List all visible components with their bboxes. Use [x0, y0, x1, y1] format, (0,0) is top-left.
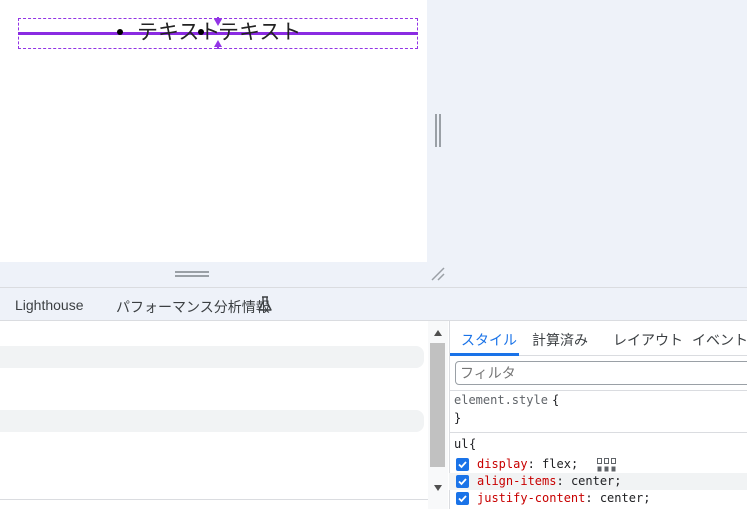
devtools-tab-bar: Lighthouse パフォーマンス分析情報	[0, 287, 747, 321]
list-item-text: テキスト	[137, 20, 221, 44]
property-checkbox[interactable]	[456, 475, 469, 488]
elements-tree	[0, 321, 428, 509]
tab-event-listeners[interactable]: イベント リ	[692, 330, 747, 350]
css-property-value[interactable]: center	[600, 491, 643, 505]
css-property-name[interactable]: display	[477, 457, 528, 471]
flexbox-editor-icon[interactable]	[597, 457, 616, 472]
arrow-down-icon	[214, 19, 222, 26]
close-brace: }	[454, 411, 462, 425]
list-bullet	[198, 29, 204, 35]
property-checkbox[interactable]	[456, 458, 469, 471]
scrollbar-thumb[interactable]	[430, 343, 445, 467]
tab-lighthouse[interactable]: Lighthouse	[15, 297, 84, 313]
vertical-resize-handle[interactable]	[435, 114, 442, 147]
css-property-value[interactable]: flex	[542, 457, 571, 471]
sidebar-tab-bar: スタイル 計算済み レイアウト イベント リ	[449, 321, 747, 356]
divider	[0, 499, 428, 500]
element-style-selector: element.style	[454, 393, 548, 407]
dom-tree-row[interactable]	[0, 346, 424, 368]
active-tab-indicator	[450, 353, 519, 356]
tab-styles[interactable]: スタイル	[461, 330, 517, 350]
tab-performance-insights[interactable]: パフォーマンス分析情報	[116, 297, 270, 317]
css-property-value[interactable]: center	[571, 474, 614, 488]
scroll-up-icon[interactable]	[434, 330, 442, 336]
tab-computed[interactable]: 計算済み	[532, 330, 588, 350]
flask-icon	[258, 296, 272, 312]
property-checkbox[interactable]	[456, 492, 469, 505]
arrow-up-icon	[214, 40, 222, 47]
device-toolbar-gutter	[427, 0, 747, 287]
css-property-name[interactable]: align-items	[477, 474, 556, 488]
list-bullet	[117, 29, 123, 35]
styles-filter-input[interactable]	[455, 361, 747, 385]
horizontal-resize-handle[interactable]	[175, 271, 209, 278]
open-brace: {	[469, 437, 477, 451]
css-property-name[interactable]: justify-content	[477, 491, 585, 505]
list-item-text: テキスト	[218, 20, 302, 44]
open-brace: {	[552, 393, 560, 407]
corner-resize-icon[interactable]	[430, 266, 446, 282]
rule-selector[interactable]: ul	[454, 437, 468, 451]
scroll-down-icon[interactable]	[434, 485, 442, 491]
tab-layout[interactable]: レイアウト	[613, 330, 683, 350]
divider	[449, 432, 747, 433]
divider	[449, 390, 747, 391]
viewport-bottom-gutter	[0, 262, 427, 287]
dom-tree-row[interactable]	[0, 410, 424, 432]
